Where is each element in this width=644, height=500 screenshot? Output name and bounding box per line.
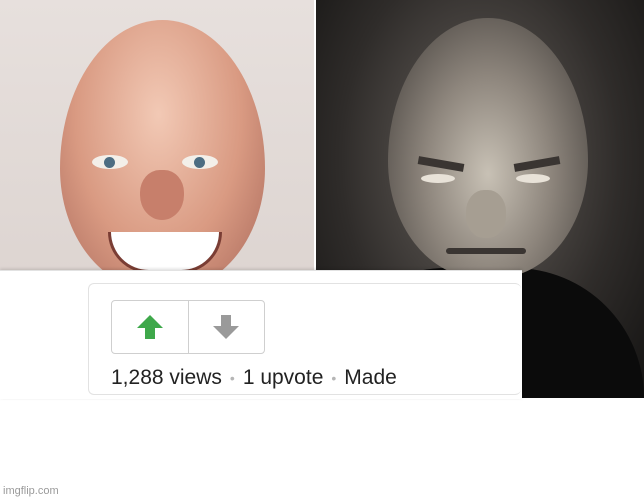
up-arrow-icon bbox=[136, 315, 163, 339]
post-stats: 1,288 views • 1 upvote • Made bbox=[111, 366, 397, 390]
nose bbox=[466, 190, 506, 238]
left-eye bbox=[92, 155, 128, 169]
vote-button-group bbox=[111, 300, 265, 354]
down-arrow-icon bbox=[213, 315, 240, 339]
upvote-button[interactable] bbox=[112, 301, 188, 353]
made-by-text: Made bbox=[344, 366, 397, 389]
separator: • bbox=[229, 370, 235, 386]
vote-screenshot-card: 1,288 views • 1 upvote • Made bbox=[0, 270, 522, 399]
left-eye bbox=[421, 174, 455, 183]
frown bbox=[446, 248, 526, 254]
watermark: imgflip.com bbox=[3, 485, 59, 497]
right-eye bbox=[182, 155, 218, 169]
angry-face bbox=[388, 18, 588, 278]
separator: • bbox=[331, 370, 337, 386]
nose bbox=[140, 170, 184, 220]
vote-panel: 1,288 views • 1 upvote • Made bbox=[88, 283, 521, 395]
right-eye bbox=[516, 174, 550, 183]
views-count: 1,288 views bbox=[111, 366, 222, 389]
downvote-button[interactable] bbox=[187, 301, 265, 353]
upvote-count: 1 upvote bbox=[242, 366, 324, 389]
